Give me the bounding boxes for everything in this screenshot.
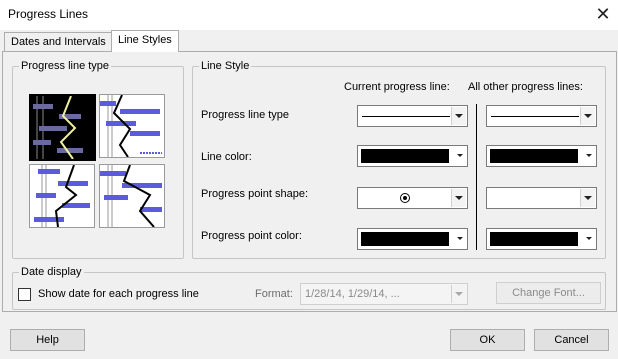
dropdown-button[interactable] <box>451 107 466 125</box>
window-title: Progress Lines <box>8 7 89 21</box>
tab-dates-and-intervals[interactable]: Dates and Intervals <box>4 32 113 52</box>
dropdown-button[interactable] <box>580 107 595 125</box>
tab-line-styles[interactable]: Line Styles <box>111 30 179 52</box>
line-color-label: Line color: <box>201 151 252 163</box>
cancel-button[interactable]: Cancel <box>534 329 609 351</box>
progress-line-type-option-1[interactable] <box>29 94 96 161</box>
close-icon[interactable]: ✕ <box>592 3 614 25</box>
chevron-down-icon <box>455 114 463 118</box>
chevron-down-icon <box>455 292 463 296</box>
color-swatch <box>490 149 578 163</box>
line-sample <box>491 116 579 117</box>
chevron-down-icon <box>584 196 592 200</box>
chevron-down-icon <box>586 154 592 157</box>
line-sample <box>362 116 450 117</box>
show-date-checkbox[interactable] <box>18 288 31 301</box>
all-other-progress-lines-header: All other progress lines: <box>468 81 583 93</box>
title-bar <box>0 0 618 30</box>
progress-line-type-legend: Progress line type <box>19 60 112 72</box>
current-line-type-select[interactable] <box>357 105 468 127</box>
date-format-value: 1/28/14, 1/29/14, ... <box>305 288 400 300</box>
line-type-2-preview <box>100 95 162 157</box>
color-swatch <box>361 149 449 163</box>
current-progress-line-header: Current progress line: <box>344 81 450 93</box>
chevron-down-icon <box>455 196 463 200</box>
dropdown-button[interactable] <box>451 189 466 207</box>
other-line-type-select[interactable] <box>486 105 597 127</box>
date-display-legend: Date display <box>19 266 84 278</box>
dropdown-button[interactable] <box>451 285 466 303</box>
ok-button[interactable]: OK <box>450 329 525 351</box>
color-swatch <box>361 232 449 246</box>
circle-with-dot-icon <box>400 193 410 203</box>
current-line-color-select[interactable] <box>357 145 468 167</box>
help-button[interactable]: Help <box>10 329 85 351</box>
progress-point-color-label: Progress point color: <box>201 230 302 242</box>
progress-line-type-option-2[interactable] <box>99 94 165 158</box>
color-swatch <box>490 232 578 246</box>
current-point-shape-select[interactable] <box>357 187 468 209</box>
line-type-1-preview <box>33 96 83 159</box>
format-label: Format: <box>255 288 293 300</box>
date-format-select[interactable]: 1/28/14, 1/29/14, ... <box>300 283 468 305</box>
chevron-down-icon <box>457 237 463 240</box>
progress-line-type-option-3[interactable] <box>29 164 95 228</box>
progress-line-type-option-4[interactable] <box>99 164 165 228</box>
dropdown-button[interactable] <box>580 189 595 207</box>
line-type-3-preview <box>34 165 90 227</box>
chevron-down-icon <box>586 237 592 240</box>
column-divider <box>476 104 477 250</box>
show-date-label[interactable]: Show date for each progress line <box>38 288 199 300</box>
line-style-legend: Line Style <box>199 60 252 72</box>
line-type-4-preview <box>100 165 162 227</box>
progress-line-type-label: Progress line type <box>201 109 290 121</box>
current-point-color-select[interactable] <box>357 228 468 250</box>
chevron-down-icon <box>584 114 592 118</box>
change-font-button[interactable]: Change Font... <box>496 282 601 304</box>
progress-point-shape-label: Progress point shape: <box>201 188 309 200</box>
other-point-color-select[interactable] <box>486 228 597 250</box>
other-line-color-select[interactable] <box>486 145 597 167</box>
chevron-down-icon <box>457 154 463 157</box>
other-point-shape-select[interactable] <box>486 187 597 209</box>
